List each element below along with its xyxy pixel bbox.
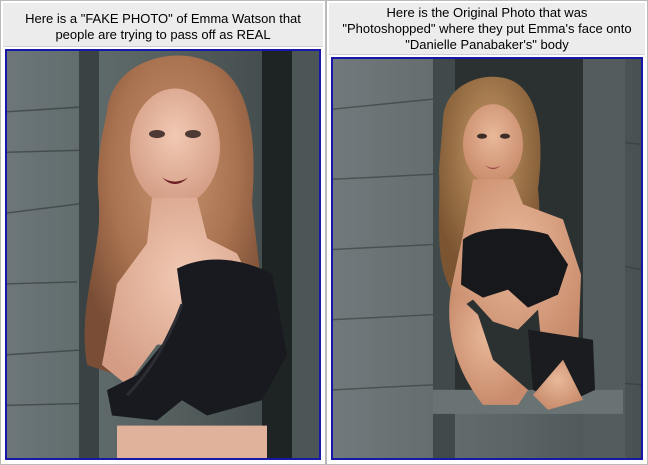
caption-line: "Danielle Panabaker's" body	[405, 37, 569, 52]
caption-line: "Photoshopped" where they put Emma's fac…	[342, 21, 632, 36]
caption-line: Here is the Original Photo that was	[386, 5, 588, 20]
caption-line: Here is a "FAKE PHOTO" of Emma Watson th…	[25, 11, 301, 26]
fake-photo-image	[7, 51, 319, 458]
comparison-table: Here is a "FAKE PHOTO" of Emma Watson th…	[0, 0, 648, 465]
original-photo-image	[333, 59, 641, 458]
caption-line: people are trying to pass off as REAL	[55, 27, 271, 42]
fake-photo-panel: Here is a "FAKE PHOTO" of Emma Watson th…	[0, 0, 326, 465]
original-photo-panel: Here is the Original Photo that was "Pho…	[326, 0, 648, 465]
fake-photo-frame	[5, 49, 321, 460]
original-photo-frame	[331, 57, 643, 460]
original-photo-caption: Here is the Original Photo that was "Pho…	[329, 3, 645, 55]
fake-photo-caption: Here is a "FAKE PHOTO" of Emma Watson th…	[3, 3, 323, 47]
